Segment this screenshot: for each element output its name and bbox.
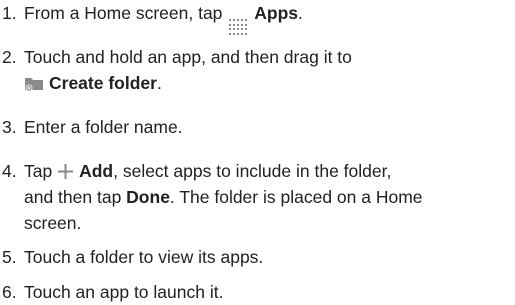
step-text: From a Home screen, tap Apps. [24, 0, 512, 37]
step-number: 2. [2, 47, 17, 67]
step-text-part: . [298, 3, 303, 23]
create-folder-label: Create folder [49, 73, 157, 93]
apps-label: Apps [254, 3, 299, 23]
done-label: Done [126, 187, 170, 207]
step-text: Touch and hold an app, and then drag it … [24, 44, 512, 96]
step-text-part: . [156, 73, 162, 93]
step-text-part: Tap [24, 161, 58, 181]
step-1: 1. From a Home screen, tap Apps. [2, 0, 512, 37]
step-text: Tap Add, select apps to include in the f… [24, 158, 512, 236]
step-text-line: Tap Add, select apps to include in the f… [24, 158, 512, 184]
apps-grid-icon [229, 19, 249, 37]
step-number: 1. [2, 3, 17, 23]
step-text-part: . The folder is placed on a Home [169, 187, 423, 207]
step-text-part: and then tap [24, 187, 127, 207]
step-text-part: From a Home screen, tap [24, 3, 228, 23]
step-text: Touch an app to launch it. [24, 282, 224, 302]
step-6: 6. Touch an app to launch it. [2, 279, 512, 305]
step-3: 3. Enter a folder name. [2, 114, 512, 140]
step-text-part: screen. [24, 213, 82, 233]
step-number: 5. [2, 247, 17, 267]
step-text-part: Touch and hold an app, and then drag it … [24, 47, 352, 67]
create-folder-icon [24, 75, 44, 92]
step-2: 2. Touch and hold an app, and then drag … [2, 44, 512, 96]
step-number: 6. [2, 282, 17, 302]
step-number: 4. [2, 161, 17, 181]
step-4: 4. Tap Add, select apps to include in th… [2, 158, 512, 236]
step-5: 5. Touch a folder to view its apps. [2, 244, 512, 270]
step-number: 3. [2, 117, 17, 137]
step-text: Touch a folder to view its apps. [24, 247, 264, 267]
step-text-part: , select apps to include in the folder, [113, 161, 392, 181]
plus-icon [57, 163, 74, 180]
step-text-line: Create folder. [24, 70, 512, 96]
step-text-line: and then tap Done. The folder is placed … [24, 184, 512, 210]
add-label: Add [79, 161, 114, 181]
step-text: Enter a folder name. [24, 117, 183, 137]
